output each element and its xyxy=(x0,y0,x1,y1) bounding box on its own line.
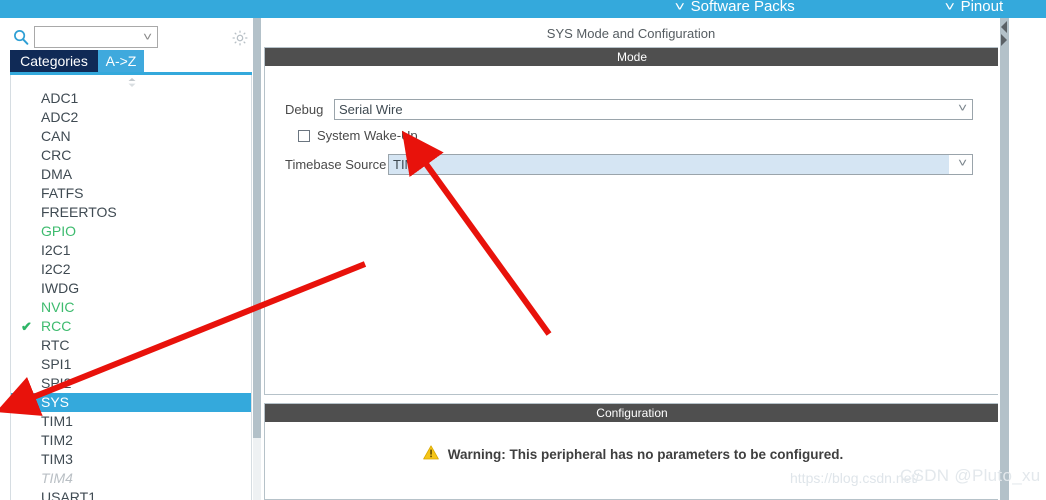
right-pane xyxy=(1009,18,1046,500)
sidebar-item-label: IWDG xyxy=(41,280,80,296)
menu-pinout-label: Pinout xyxy=(960,0,1004,15)
cubemx-window: ˅ Software Packs ˅ Pinout ˅ Categories A… xyxy=(0,0,1046,500)
page-title: SYS Mode and Configuration xyxy=(546,26,716,41)
menu-software-packs-label: Software Packs xyxy=(690,0,795,15)
sidebar-item-label: SYS xyxy=(41,394,70,410)
top-menu-bar xyxy=(0,0,1046,18)
tab-categories-label: Categories xyxy=(20,53,88,69)
scroll-up-down-icon[interactable] xyxy=(11,75,251,89)
tab-a-to-z-label: A->Z xyxy=(105,53,137,69)
sidebar-item-iwdg[interactable]: IWDG xyxy=(11,279,251,298)
debug-label: Debug xyxy=(285,102,324,117)
configuration-warning: Warning: This peripheral has no paramete… xyxy=(265,445,1001,463)
timebase-selection-highlight xyxy=(389,155,949,174)
sidebar-item-label: ADC2 xyxy=(41,109,79,125)
chevron-down-icon: ˅ xyxy=(142,30,153,44)
mode-group: Mode Debug Serial Wire ˅ System Wake-Up … xyxy=(264,47,1000,395)
system-wakeup-checkbox[interactable] xyxy=(298,129,310,142)
sidebar-item-rtc[interactable]: RTC xyxy=(11,336,251,355)
sidebar-item-dma[interactable]: DMA xyxy=(11,165,251,184)
sidebar-item-tim4[interactable]: TIM4 xyxy=(11,469,251,488)
sidebar-item-i2c2[interactable]: I2C2 xyxy=(11,260,251,279)
peripheral-list[interactable]: ADC1 ADC2 CAN CRC DMA FATFS FREERTOS GPIO I2C1 I2… xyxy=(10,75,252,500)
sidebar-search-row: ˅ xyxy=(0,22,252,52)
system-wakeup-label: System Wake-Up xyxy=(317,128,418,143)
chevron-down-icon: ˅ xyxy=(957,101,968,115)
sidebar-item-tim1[interactable]: TIM1 xyxy=(11,412,251,431)
sidebar-item-nvic[interactable]: NVIC xyxy=(11,298,251,317)
sidebar-item-label: RCC xyxy=(41,318,72,334)
sidebar-item-i2c1[interactable]: I2C1 xyxy=(11,241,251,260)
timebase-source-dropdown[interactable]: TIM4 ˅ xyxy=(388,154,973,175)
debug-value: Serial Wire xyxy=(339,102,403,117)
sidebar-item-label: FATFS xyxy=(41,185,84,201)
sidebar-scrollbar-thumb[interactable] xyxy=(253,18,261,438)
search-input[interactable]: ˅ xyxy=(34,26,158,48)
sidebar-item-sys[interactable]: ✔ SYS xyxy=(11,393,251,412)
sidebar-item-label: DMA xyxy=(41,166,73,182)
sidebar-item-freertos[interactable]: FREERTOS xyxy=(11,203,251,222)
search-icon[interactable] xyxy=(13,29,29,45)
sidebar-item-label: TIM1 xyxy=(41,413,73,429)
watermark-author: CSDN @Pluto_xu xyxy=(900,466,1041,485)
sidebar-item-label: GPIO xyxy=(41,223,77,239)
peripherals-sidebar: ˅ Categories A->Z ADC1 ADC2 CAN CRC DMA … xyxy=(0,18,252,500)
warning-text: Warning: This peripheral has no paramete… xyxy=(447,446,844,462)
system-wakeup-row[interactable]: System Wake-Up xyxy=(298,128,418,143)
configuration-group-header: Configuration xyxy=(265,404,999,422)
sidebar-item-tim3[interactable]: TIM3 xyxy=(11,450,251,469)
sidebar-item-label: TIM2 xyxy=(41,432,73,448)
sys-configuration-pane: SYS Mode and Configuration Mode Debug Se… xyxy=(262,18,1000,500)
check-icon: ✔ xyxy=(21,395,32,410)
chevron-down-icon: ˅ xyxy=(957,156,968,170)
sidebar-item-label: NVIC xyxy=(41,299,75,315)
sidebar-item-crc[interactable]: CRC xyxy=(11,146,251,165)
tab-categories[interactable]: Categories xyxy=(10,50,98,72)
sidebar-item-label: CRC xyxy=(41,147,72,163)
sidebar-item-label: USART1 xyxy=(41,489,96,500)
sidebar-item-label: CAN xyxy=(41,128,71,144)
chevron-down-icon: ˅ xyxy=(674,0,685,14)
check-icon: ✔ xyxy=(21,319,32,334)
sidebar-item-adc1[interactable]: ADC1 xyxy=(11,89,251,108)
sidebar-item-tim2[interactable]: TIM2 xyxy=(11,431,251,450)
sidebar-item-label: ADC1 xyxy=(41,90,79,106)
tab-a-to-z[interactable]: A->Z xyxy=(98,50,144,72)
sidebar-item-label: SPI2 xyxy=(41,375,72,391)
sidebar-item-gpio[interactable]: GPIO xyxy=(11,222,251,241)
sidebar-item-spi2[interactable]: SPI2 xyxy=(11,374,251,393)
chevron-down-icon: ˅ xyxy=(944,0,955,14)
sidebar-item-label: I2C1 xyxy=(41,242,71,258)
sidebar-item-label: SPI1 xyxy=(41,356,72,372)
timebase-source-label: Timebase Source xyxy=(285,157,387,172)
sidebar-item-adc2[interactable]: ADC2 xyxy=(11,108,251,127)
warning-triangle-icon xyxy=(422,445,439,463)
sidebar-item-label: TIM3 xyxy=(41,451,73,467)
sidebar-item-spi1[interactable]: SPI1 xyxy=(11,355,251,374)
gear-icon[interactable] xyxy=(231,29,249,47)
menu-pinout[interactable]: ˅ Pinout xyxy=(944,0,1004,15)
sidebar-item-label: FREERTOS xyxy=(41,204,117,220)
sidebar-item-label: RTC xyxy=(41,337,70,353)
mode-group-header: Mode xyxy=(265,48,999,66)
sidebar-item-can[interactable]: CAN xyxy=(11,127,251,146)
menu-software-packs[interactable]: ˅ Software Packs xyxy=(674,0,795,15)
peripheral-list-items: ADC1 ADC2 CAN CRC DMA FATFS FREERTOS GPIO I2C1 I2… xyxy=(11,89,251,500)
timebase-source-value: TIM4 xyxy=(393,157,423,172)
pane-splitter[interactable] xyxy=(1000,18,1009,500)
debug-dropdown[interactable]: Serial Wire ˅ xyxy=(334,99,973,120)
sidebar-item-usart1[interactable]: USART1 xyxy=(11,488,251,500)
sidebar-item-fatfs[interactable]: FATFS xyxy=(11,184,251,203)
sidebar-item-rcc[interactable]: ✔ RCC xyxy=(11,317,251,336)
sidebar-item-label: I2C2 xyxy=(41,261,71,277)
sidebar-item-label: TIM4 xyxy=(41,470,73,486)
sidebar-tabs: Categories A->Z xyxy=(10,50,252,72)
